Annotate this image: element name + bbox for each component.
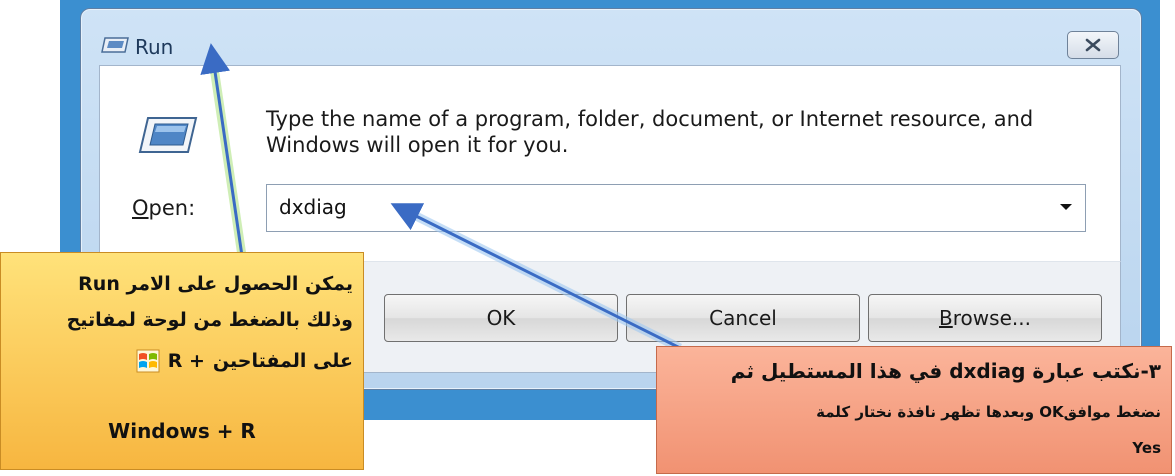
note-run-line2: وذلك بالضغط من لوحة لمفاتيح bbox=[66, 309, 353, 331]
browse-accelerator: B bbox=[939, 306, 953, 330]
run-icon bbox=[101, 37, 129, 53]
note-run-line1: يمكن الحصول على الامر Run bbox=[78, 273, 353, 295]
close-icon bbox=[1085, 38, 1101, 52]
windows-logo-icon bbox=[136, 349, 160, 373]
note-run-keys: R + bbox=[167, 350, 205, 372]
note-dxdiag-line3: Yes bbox=[1132, 439, 1161, 457]
open-label-text: pen: bbox=[148, 196, 196, 220]
annotation-note-run: يمكن الحصول على الامر Run وذلك بالضغط من… bbox=[0, 252, 364, 470]
open-combobox[interactable] bbox=[266, 184, 1086, 232]
note-run-line3-text: على المفتاحين bbox=[212, 350, 353, 372]
close-button[interactable] bbox=[1067, 31, 1119, 59]
run-program-icon bbox=[138, 117, 198, 153]
dialog-body: Type the name of a program, folder, docu… bbox=[99, 65, 1121, 262]
browse-button[interactable]: Browse... bbox=[868, 294, 1102, 342]
dropdown-arrow[interactable] bbox=[1053, 197, 1079, 217]
chevron-down-icon bbox=[1060, 204, 1072, 210]
note-run-shortcut: Windows + R bbox=[108, 419, 256, 443]
open-label-accelerator: O bbox=[132, 196, 149, 220]
dialog-description: Type the name of a program, folder, docu… bbox=[266, 107, 1034, 157]
window-title: Run bbox=[135, 35, 174, 59]
annotation-note-dxdiag: ٣-نكتب عبارة dxdiag في هذا المستطيل ثم ن… bbox=[656, 346, 1172, 474]
note-dxdiag-line1: ٣-نكتب عبارة dxdiag في هذا المستطيل ثم bbox=[730, 359, 1161, 383]
ok-button[interactable]: OK bbox=[384, 294, 618, 342]
open-input[interactable] bbox=[267, 185, 1027, 229]
cancel-button[interactable]: Cancel bbox=[626, 294, 860, 342]
browse-label: rowse... bbox=[952, 306, 1031, 330]
title-bar[interactable]: Run bbox=[81, 9, 1141, 65]
open-label: Open: bbox=[132, 196, 195, 220]
note-dxdiag-line2: نضغط موافقOK وبعدها تظهر نافذة نختار كلم… bbox=[816, 403, 1161, 421]
note-run-line3: على المفتاحين R + bbox=[136, 349, 353, 373]
